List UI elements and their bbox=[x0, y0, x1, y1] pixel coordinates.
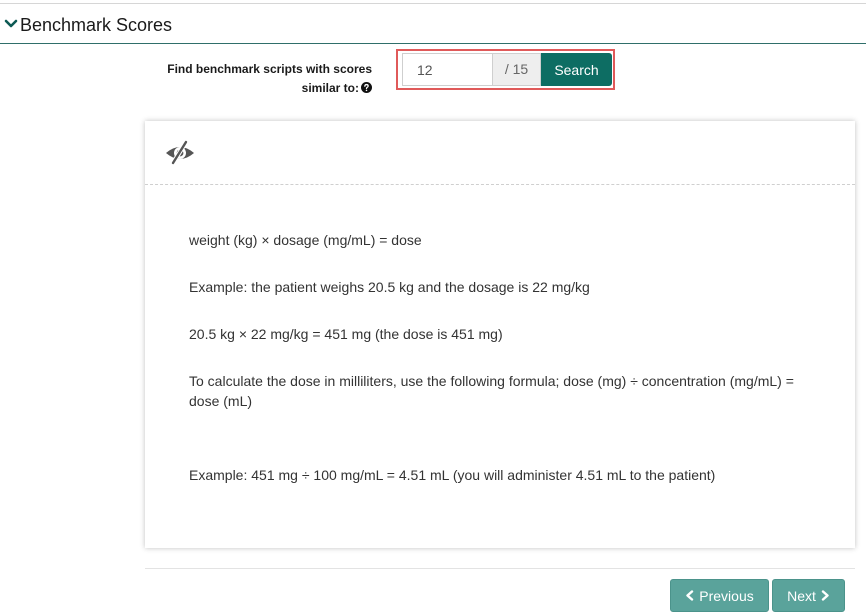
score-input[interactable] bbox=[402, 53, 492, 86]
previous-button[interactable]: Previous bbox=[670, 579, 769, 612]
previous-label: Previous bbox=[699, 587, 754, 604]
benchmark-script-card: weight (kg) × dosage (mg/mL) = dose Exam… bbox=[145, 121, 855, 548]
card-divider bbox=[145, 184, 855, 185]
formula-text: weight (kg) × dosage (mg/mL) = dose bbox=[189, 232, 422, 248]
benchmark-scores-header[interactable]: Benchmark Scores bbox=[0, 4, 866, 43]
calculation-text: 20.5 kg × 22 mg/kg = 451 mg (the dose is… bbox=[189, 326, 503, 342]
search-button[interactable]: Search bbox=[541, 53, 612, 86]
chevron-left-icon bbox=[686, 590, 694, 601]
milliliter-formula-text: To calculate the dose in milliliters, us… bbox=[189, 373, 794, 409]
find-label-line1: Find benchmark scripts with scores bbox=[167, 62, 372, 76]
chevron-down-icon bbox=[4, 19, 18, 28]
milliliter-example-text: Example: 451 mg ÷ 100 mg/mL = 4.51 mL (y… bbox=[189, 467, 716, 483]
footer-divider bbox=[145, 568, 855, 569]
header-divider bbox=[0, 43, 866, 44]
chevron-right-icon bbox=[821, 590, 829, 601]
next-button[interactable]: Next bbox=[772, 579, 845, 612]
find-label-line2-row: similar to: bbox=[150, 79, 372, 98]
next-label: Next bbox=[787, 587, 816, 604]
find-label-line2: similar to: bbox=[301, 81, 359, 95]
example-text: Example: the patient weighs 20.5 kg and … bbox=[189, 279, 590, 295]
question-circle-icon[interactable] bbox=[361, 82, 372, 93]
score-max-addon: / 15 bbox=[492, 53, 541, 86]
section-title: Benchmark Scores bbox=[20, 15, 173, 35]
eye-slash-icon[interactable] bbox=[164, 140, 196, 166]
find-benchmark-label: Find benchmark scripts with scores simil… bbox=[150, 60, 372, 98]
